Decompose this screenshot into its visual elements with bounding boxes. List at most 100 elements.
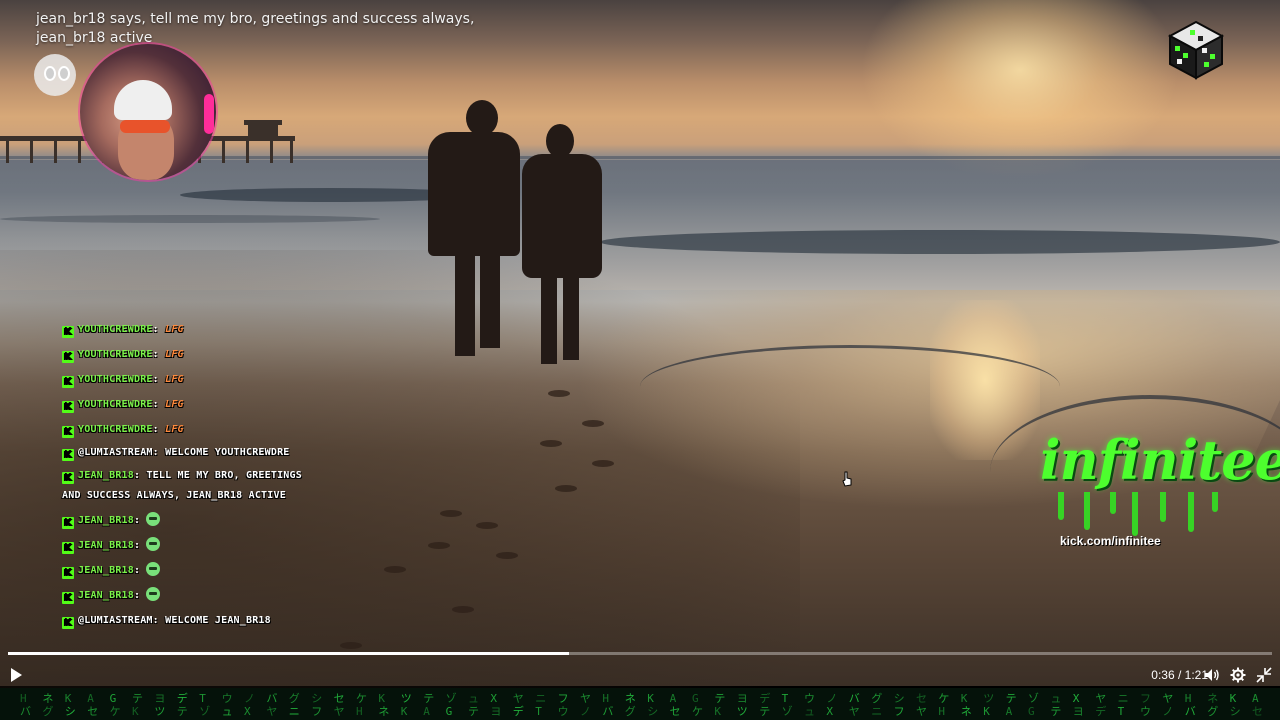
footprint [384,566,406,573]
chat-username: JEAN_BR18 [78,565,134,576]
matrix-glyph: テ [714,692,726,705]
matrix-glyph: X [826,705,834,718]
matrix-glyph: ヤ [1095,692,1107,705]
matrix-glyph: ゾ [1028,692,1039,705]
chat-message: K JEAN_BR18: [62,586,312,606]
matrix-glyph: ネ [960,705,972,718]
cube-logo-icon [1167,20,1225,80]
player-controls: 0:36 / 1:21 [0,660,1280,690]
volume-icon[interactable] [1204,667,1220,683]
matrix-glyph: フ [311,705,323,718]
footprint [555,485,577,492]
matrix-glyph: ウ [221,692,233,705]
frog-emote-icon [146,562,161,576]
matrix-glyph: K [64,692,72,705]
chat-text: LFG [165,349,184,360]
chat-text: WELCOME JEAN_BR18 [165,615,271,626]
ghost-icon [34,54,76,96]
matrix-rain-strip: HバネグKシAセGケテKヨツデテTゾウュノXバヤグニシフセヤケHKネツKテAゾG… [0,688,1280,720]
matrix-glyph: ニ [535,692,547,705]
matrix-glyph: ノ [580,705,591,718]
matrix-glyph: グ [288,692,300,705]
matrix-glyph: ウ [804,692,815,705]
seek-bar[interactable] [8,652,1272,655]
matrix-glyph: ヨ [490,705,502,718]
matrix-glyph: テ [176,705,188,718]
matrix-glyph: ウ [557,705,569,718]
kick-badge-icon: K [62,326,74,338]
chat-username: JEAN_BR18 [78,540,134,551]
matrix-glyph: シ [647,705,659,718]
matrix-glyph: バ [848,692,860,705]
collapse-icon[interactable] [1256,667,1272,683]
chat-message: K JEAN_BR18: [62,536,312,556]
chat-message: K YOUTHCREWDRE: LFG [62,395,312,415]
matrix-glyph: G [109,692,117,705]
tts-alert-text: jean_br18 says, tell me my bro, greeting… [36,11,475,46]
matrix-glyph: ノ [1162,705,1174,718]
matrix-glyph: セ [1252,705,1263,718]
chat-message: K YOUTHCREWDRE: LFG [62,320,312,340]
footprint [428,542,450,549]
matrix-glyph: H [938,705,946,718]
chat-username: JEAN_BR18 [78,470,134,481]
matrix-glyph: テ [132,692,143,705]
matrix-glyph: ニ [1117,692,1129,705]
frog-emote-icon [146,512,161,526]
matrix-glyph: K [400,705,408,718]
matrix-glyph: G [692,692,699,705]
matrix-glyph: デ [176,692,188,705]
matrix-glyph: K [647,692,654,705]
kick-badge-icon: K [62,351,74,363]
foam-line [640,345,1060,428]
matrix-glyph: ヨ [1072,705,1084,718]
chat-username: YOUTHCREWDRE [78,424,153,435]
matrix-glyph: ニ [871,705,883,718]
matrix-glyph: ツ [736,705,748,718]
matrix-glyph: ノ [826,692,838,705]
play-icon[interactable] [8,667,24,683]
matrix-glyph: デ [759,692,771,705]
matrix-glyph: A [423,705,430,718]
matrix-glyph: ヤ [916,705,927,718]
matrix-glyph: テ [1005,692,1017,705]
channel-logo: infinitee kick.com/infinitee [1040,428,1280,558]
matrix-glyph: A [669,692,677,705]
footprint [582,420,604,427]
matrix-glyph: ュ [1050,692,1062,705]
matrix-glyph: セ [333,692,345,705]
footprint [440,510,462,517]
matrix-glyph: ツ [983,692,995,705]
chat-username: YOUTHCREWDRE [78,349,153,360]
chat-message: K JEAN_BR18: [62,561,312,581]
matrix-glyph: T [1117,705,1125,718]
matrix-glyph: シ [1229,705,1241,718]
video-player[interactable]: jean_br18 says, tell me my bro, greeting… [0,0,1280,720]
matrix-glyph: フ [557,692,569,705]
matrix-glyph: バ [266,692,278,705]
chat-text: LFG [165,424,184,435]
matrix-glyph: グ [871,692,883,705]
matrix-glyph: ュ [468,692,479,705]
chat-message: K @LUMIASTREAM: WELCOME JEAN_BR18 [62,611,312,631]
chat-message: K YOUTHCREWDRE: LFG [62,420,312,440]
matrix-glyph: グ [1207,705,1219,718]
matrix-glyph: ヨ [736,692,748,705]
matrix-glyph: K [132,705,139,718]
seek-bar-progress [8,652,570,655]
matrix-glyph: T [535,705,542,718]
matrix-glyph: K [960,692,968,705]
kick-badge-icon: K [62,472,74,484]
gear-icon[interactable] [1230,667,1246,683]
matrix-glyph: K [714,705,722,718]
matrix-glyph: テ [423,692,435,705]
matrix-glyph: デ [1095,705,1107,718]
chat-username: @LUMIASTREAM [78,447,153,458]
streamer-webcam [80,44,216,180]
matrix-glyph: ツ [400,692,412,705]
chat-username: JEAN_BR18 [78,590,134,601]
kick-badge-icon: K [62,376,74,388]
matrix-glyph: ケ [109,705,121,718]
footprint [476,522,498,529]
footprint [540,440,562,447]
